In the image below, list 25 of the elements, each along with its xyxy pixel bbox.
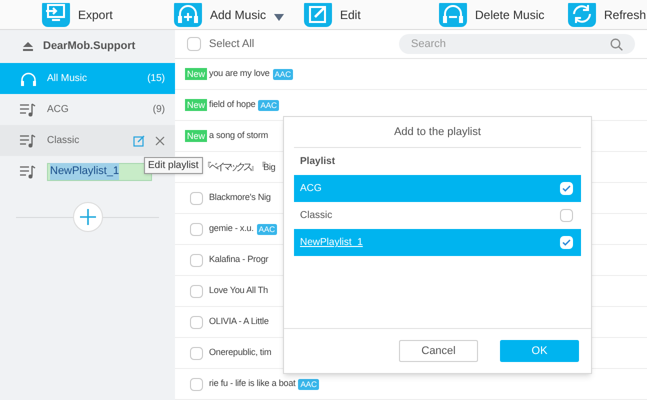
song-title: OLIVIA - A Little [209,315,269,328]
new-tag: New [185,130,208,142]
format-tag: AAC [298,378,319,390]
song-title: gemie - x.u. [209,222,254,236]
song-title: 『ベイマックス』『Big [202,160,276,174]
song-title: you are my love [209,67,270,80]
format-tag: AAC [272,68,293,80]
song-title: field of hope [209,98,256,112]
song-title: Kalafina - Progr [209,253,268,266]
song-title: Love You All Th [209,284,268,298]
select-all-label: Select All [209,36,254,52]
new-tag: New [185,68,208,80]
new-tag: New [185,99,208,111]
track-count: (15) [147,72,165,86]
tooltip: Edit playlist [144,157,203,174]
format-tag: AAC [258,100,279,110]
format-tag: AAC [256,224,278,234]
song-title: a song of storm [209,129,268,142]
dialog-title: Add to the playlist [294,117,581,148]
column-header: Playlist [299,155,336,169]
song-title: Onerepublic, tim [209,346,272,360]
song-title: rie fu - life is like a boat [209,377,296,390]
track-count: (9) [152,103,165,117]
device-name: DearMob.Support [43,39,136,54]
song-title: Blackmore's Nig [209,191,271,204]
